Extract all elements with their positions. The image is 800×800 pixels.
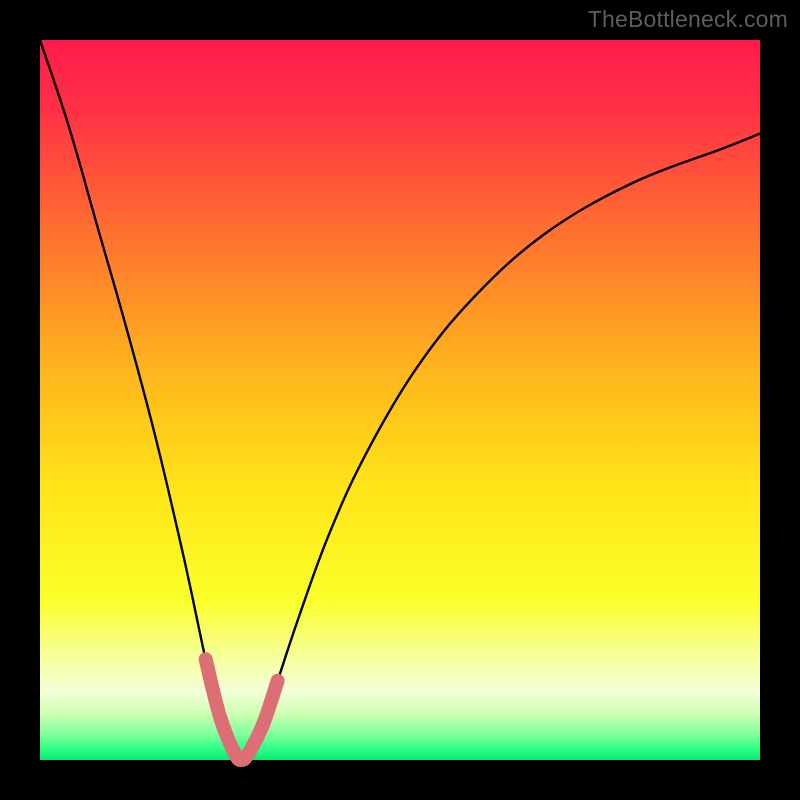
watermark-text: TheBottleneck.com: [588, 6, 788, 33]
curve-layer: [40, 40, 760, 760]
mismatch-curve: [40, 40, 760, 760]
trough-highlight: [206, 659, 278, 760]
plot-area: [40, 40, 760, 760]
chart-frame: TheBottleneck.com: [0, 0, 800, 800]
